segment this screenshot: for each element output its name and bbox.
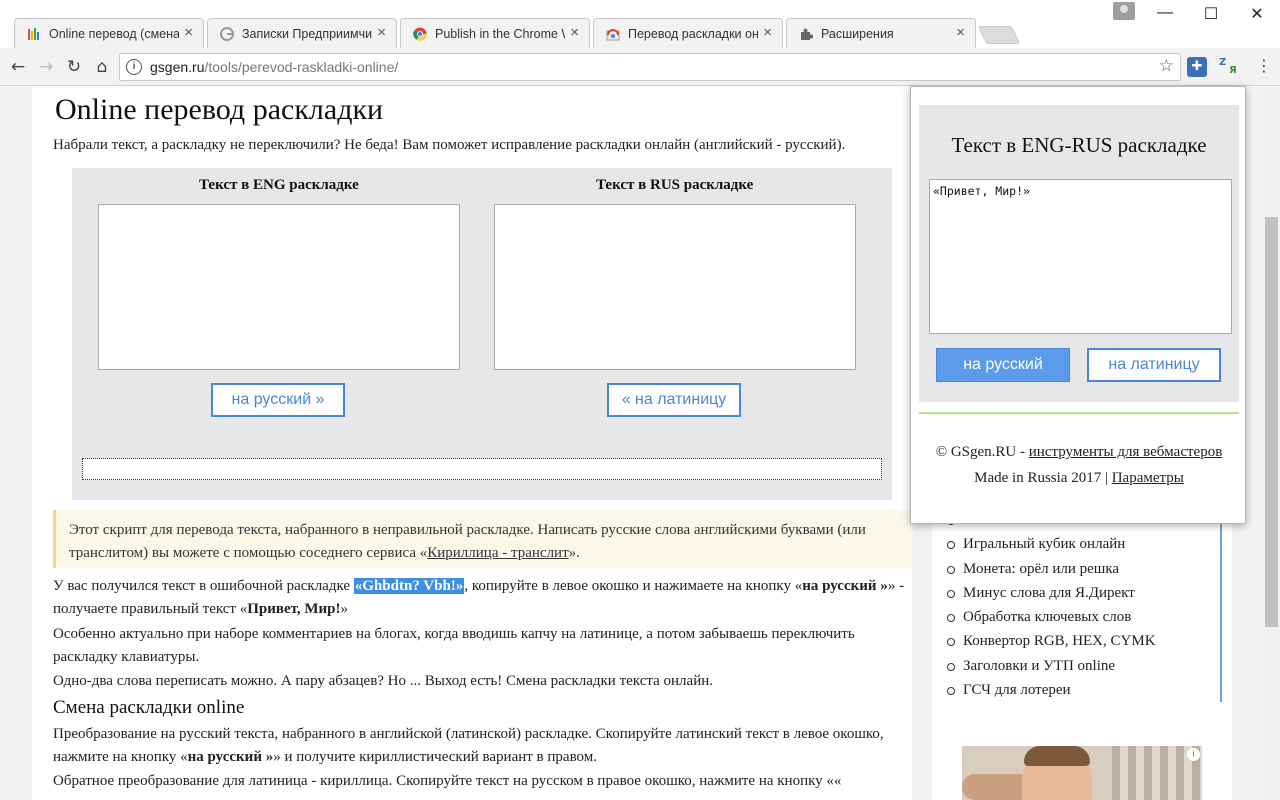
paragraph-exit: Одно-два слова переписать можно. А пару … — [53, 673, 713, 689]
url-text[interactable]: gsgen.ru/tools/perevod-raskladki-online/ — [150, 59, 398, 75]
title-bar: Online перевод (смена) × Записки Предпри… — [0, 0, 1280, 48]
note-text: Этот скрипт для перевода текста, набранн… — [69, 519, 909, 565]
to-latin-button[interactable]: « на латиницу — [607, 383, 741, 417]
puzzle-favicon — [801, 28, 813, 40]
tab-online-perevod[interactable]: Online перевод (смена) × — [14, 18, 204, 48]
close-icon[interactable]: × — [570, 24, 579, 41]
tab-title: Записки Предприимчив — [242, 27, 372, 41]
list-item[interactable]: Обработка ключевых слов — [942, 605, 1220, 629]
p1-bold-button-name: на русский » — [802, 578, 888, 594]
home-icon[interactable]: ⌂ — [90, 55, 114, 79]
p1-text-b: , копируйте в левое окошко и нажимаете н… — [464, 578, 803, 594]
close-icon[interactable]: × — [763, 24, 772, 41]
tab-rasshireniya[interactable]: Расширения × — [786, 18, 976, 48]
eng-textarea[interactable] — [98, 204, 460, 370]
address-bar[interactable]: i gsgen.ru/tools/perevod-raskladki-onlin… — [119, 53, 1181, 81]
profile-icon[interactable] — [1113, 2, 1135, 20]
paragraph-reverse: Обратное преобразование для латиница - к… — [53, 773, 842, 789]
list-item[interactable]: Конвертор RGB, HEX, CYMK — [942, 629, 1220, 653]
p4-text-b: » и получите кириллистический вариант в … — [273, 749, 598, 765]
ad-image-hair — [1024, 746, 1090, 766]
footer-prefix: © GSgen.RU - — [935, 444, 1029, 460]
list-item[interactable]: Монета: орёл или решка — [942, 557, 1220, 581]
p1-text-a: У вас получился текст в ошибочной раскла… — [53, 578, 354, 594]
paragraph-convert: Преобразование на русский текста, набран… — [53, 723, 913, 769]
made-in-text: Made in Russia 2017 | — [974, 470, 1112, 486]
scrollbar[interactable] — [1263, 87, 1280, 800]
tab-title: Расширения — [821, 27, 894, 41]
p1-text-d: » — [340, 601, 349, 617]
chrome-store-favicon — [606, 29, 620, 41]
close-icon[interactable]: × — [377, 24, 386, 41]
tab-title: Publish in the Chrome W — [435, 27, 565, 41]
list-item[interactable]: Заголовки и УТП online — [942, 654, 1220, 678]
close-icon[interactable]: × — [956, 24, 965, 41]
note-end: ». — [568, 545, 580, 561]
tab-title: Перевод раскладки онл — [628, 27, 758, 41]
close-icon[interactable]: × — [184, 24, 193, 41]
eng-column-title: Текст в ENG раскладке — [199, 177, 359, 193]
back-arrow-icon[interactable]: ← — [6, 55, 30, 79]
tab-perevod-store[interactable]: Перевод раскладки онл × — [593, 18, 783, 48]
popup-to-latin-button[interactable]: на латиницу — [1087, 348, 1221, 382]
ad-info-icon[interactable]: i — [1187, 748, 1200, 761]
rainbow-bars-favicon — [28, 28, 39, 40]
divider — [919, 412, 1239, 414]
list-item[interactable]: Игральный кубик онлайн — [942, 532, 1220, 556]
section-heading: Смена раскладки online — [53, 697, 245, 718]
popup-textarea[interactable]: «Привет, Мир!» — [929, 179, 1232, 334]
tools-list: Игральный кубик онлайн Монета: орёл или … — [942, 508, 1222, 703]
list-item[interactable]: ГСЧ для лотереи — [942, 678, 1220, 702]
highlighted-text: «Ghbdtn? Vbh!» — [353, 578, 465, 594]
page-title: Online перевод раскладки — [55, 93, 384, 126]
extension-popup: Текст в ENG-RUS раскладке «Привет, Мир!»… — [910, 86, 1246, 524]
popup-title: Текст в ENG-RUS раскладке — [951, 133, 1207, 157]
url-host: gsgen.ru — [150, 59, 205, 75]
rus-textarea[interactable] — [494, 204, 856, 370]
tab-title: Online перевод (смена) — [49, 27, 179, 41]
popup-footer-made-in: Made in Russia 2017 | Параметры — [911, 470, 1247, 487]
new-tab-button[interactable] — [977, 26, 1021, 44]
menu-dots-icon[interactable]: ⋮ — [1256, 56, 1272, 75]
tab-publish[interactable]: Publish in the Chrome W × — [400, 18, 590, 48]
close-window-button[interactable]: ✕ — [1234, 4, 1280, 26]
parameters-link[interactable]: Параметры — [1112, 470, 1184, 486]
ad-banner[interactable]: i — [962, 746, 1202, 800]
popup-to-russian-button[interactable]: на русский — [936, 348, 1070, 382]
result-field[interactable] — [82, 458, 882, 480]
list-item[interactable]: Минус слова для Я.Директ — [942, 581, 1220, 605]
scrollbar-thumb[interactable] — [1265, 217, 1278, 627]
url-path: /tools/perevod-raskladki-online/ — [204, 59, 399, 75]
star-icon[interactable]: ☆ — [1159, 56, 1174, 76]
p4-bold: на русский » — [187, 749, 274, 765]
extension-puzzle-icon[interactable]: ✚ — [1187, 57, 1207, 77]
p1-bold-result: Привет, Мир! — [247, 601, 341, 617]
maximize-button[interactable]: ☐ — [1188, 4, 1234, 26]
info-note: Этот скрипт для перевода текста, набранн… — [53, 510, 913, 568]
paragraph-captcha: Особенно актуально при наборе комментари… — [53, 626, 855, 665]
tab-zapiski[interactable]: Записки Предприимчив × — [207, 18, 397, 48]
popup-footer-credits: © GSgen.RU - инструменты для вебмастеров — [911, 444, 1247, 461]
chrome-favicon — [413, 27, 427, 41]
info-icon[interactable]: i — [126, 59, 142, 75]
reload-icon[interactable]: ↻ — [62, 55, 86, 79]
rus-column-title: Текст в RUS раскладке — [596, 177, 754, 193]
paragraph-example: У вас получился текст в ошибочной раскла… — [53, 575, 913, 621]
to-russian-button[interactable]: на русский » — [211, 383, 345, 417]
intro-text: Набрали текст, а раскладку не переключил… — [53, 137, 846, 153]
transliteration-link[interactable]: Кириллица - транслит — [427, 545, 568, 561]
forward-arrow-icon[interactable]: → — [34, 55, 58, 79]
layout-switcher-extension-icon[interactable]: ZЯ — [1219, 57, 1241, 77]
grey-g-favicon — [220, 27, 234, 41]
browser-toolbar: ← → ↻ ⌂ i gsgen.ru/tools/perevod-rasklad… — [0, 48, 1280, 86]
webmaster-tools-link[interactable]: инструменты для вебмастеров — [1029, 444, 1223, 460]
minimize-button[interactable]: — — [1142, 4, 1188, 26]
